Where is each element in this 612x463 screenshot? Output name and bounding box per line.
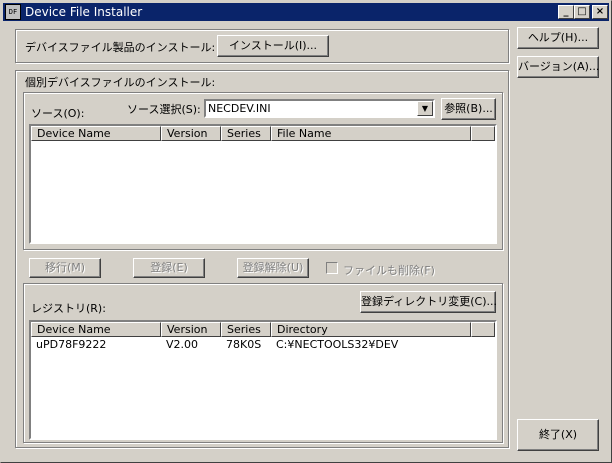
delete-file-checkbox[interactable] xyxy=(326,262,338,274)
close-button[interactable]: × xyxy=(592,5,608,19)
app-icon[interactable]: DF xyxy=(5,4,21,20)
source-select-label: ソース選択(S): xyxy=(127,103,201,116)
registry-cell-version: V2.00 xyxy=(166,338,199,351)
help-button[interactable]: ヘルプ(H)... xyxy=(517,27,599,49)
product-install-label: デバイスファイル製品のインストール: xyxy=(25,41,216,54)
registry-cell-series: 78K0S xyxy=(226,338,262,351)
individual-install-label: 個別デバイスファイルのインストール: xyxy=(25,76,216,89)
maximize-button[interactable]: □ xyxy=(574,5,590,19)
source-col-filler xyxy=(471,126,495,141)
install-button[interactable]: インストール(I)... xyxy=(217,35,329,57)
source-col-version[interactable]: Version xyxy=(161,126,221,141)
unregister-button[interactable]: 登録解除(U) xyxy=(237,258,309,278)
registry-col-version[interactable]: Version xyxy=(161,322,221,337)
source-select-value: NECDEV.INI xyxy=(208,102,271,115)
chevron-down-icon[interactable]: ▼ xyxy=(417,101,433,116)
source-file-list[interactable]: Device Name Version Series File Name xyxy=(29,124,497,244)
browse-button[interactable]: 参照(B)... xyxy=(441,98,496,120)
exit-button[interactable]: 終了(X) xyxy=(517,419,599,451)
version-button[interactable]: バージョン(A)... xyxy=(517,56,599,78)
window-title: Device File Installer xyxy=(25,5,143,19)
delete-file-label: ファイルも削除(F) xyxy=(343,264,435,277)
registry-cell-device-name: uPD78F9222 xyxy=(36,338,107,351)
source-col-series[interactable]: Series xyxy=(221,126,271,141)
registry-list-header: Device Name Version Series Directory xyxy=(31,322,495,337)
source-col-device-name[interactable]: Device Name xyxy=(31,126,161,141)
registry-col-device-name[interactable]: Device Name xyxy=(31,322,161,337)
source-col-file-name[interactable]: File Name xyxy=(271,126,471,141)
title-bar[interactable]: DF Device File Installer _ □ × xyxy=(3,3,609,21)
registry-col-series[interactable]: Series xyxy=(221,322,271,337)
move-button[interactable]: 移行(M) xyxy=(29,258,101,278)
register-button[interactable]: 登録(E) xyxy=(133,258,205,278)
registry-col-directory[interactable]: Directory xyxy=(271,322,471,337)
source-list-header: Device Name Version Series File Name xyxy=(31,126,495,141)
change-directory-button[interactable]: 登録ディレクトリ変更(C)... xyxy=(360,291,497,313)
source-label: ソース(O): xyxy=(31,107,85,120)
registry-list[interactable]: Device Name Version Series Directory uPD… xyxy=(29,320,497,440)
registry-col-filler xyxy=(471,322,495,337)
registry-cell-directory: C:¥NECTOOLS32¥DEV xyxy=(276,338,399,351)
main-window: DF Device File Installer _ □ × デバイスファイル製… xyxy=(0,0,612,463)
minimize-button[interactable]: _ xyxy=(558,5,574,19)
source-select-combo[interactable]: NECDEV.INI ▼ xyxy=(204,99,435,118)
registry-label: レジストリ(R): xyxy=(31,302,106,315)
table-row[interactable]: uPD78F9222 V2.00 78K0S C:¥NECTOOLS32¥DEV xyxy=(31,338,471,352)
